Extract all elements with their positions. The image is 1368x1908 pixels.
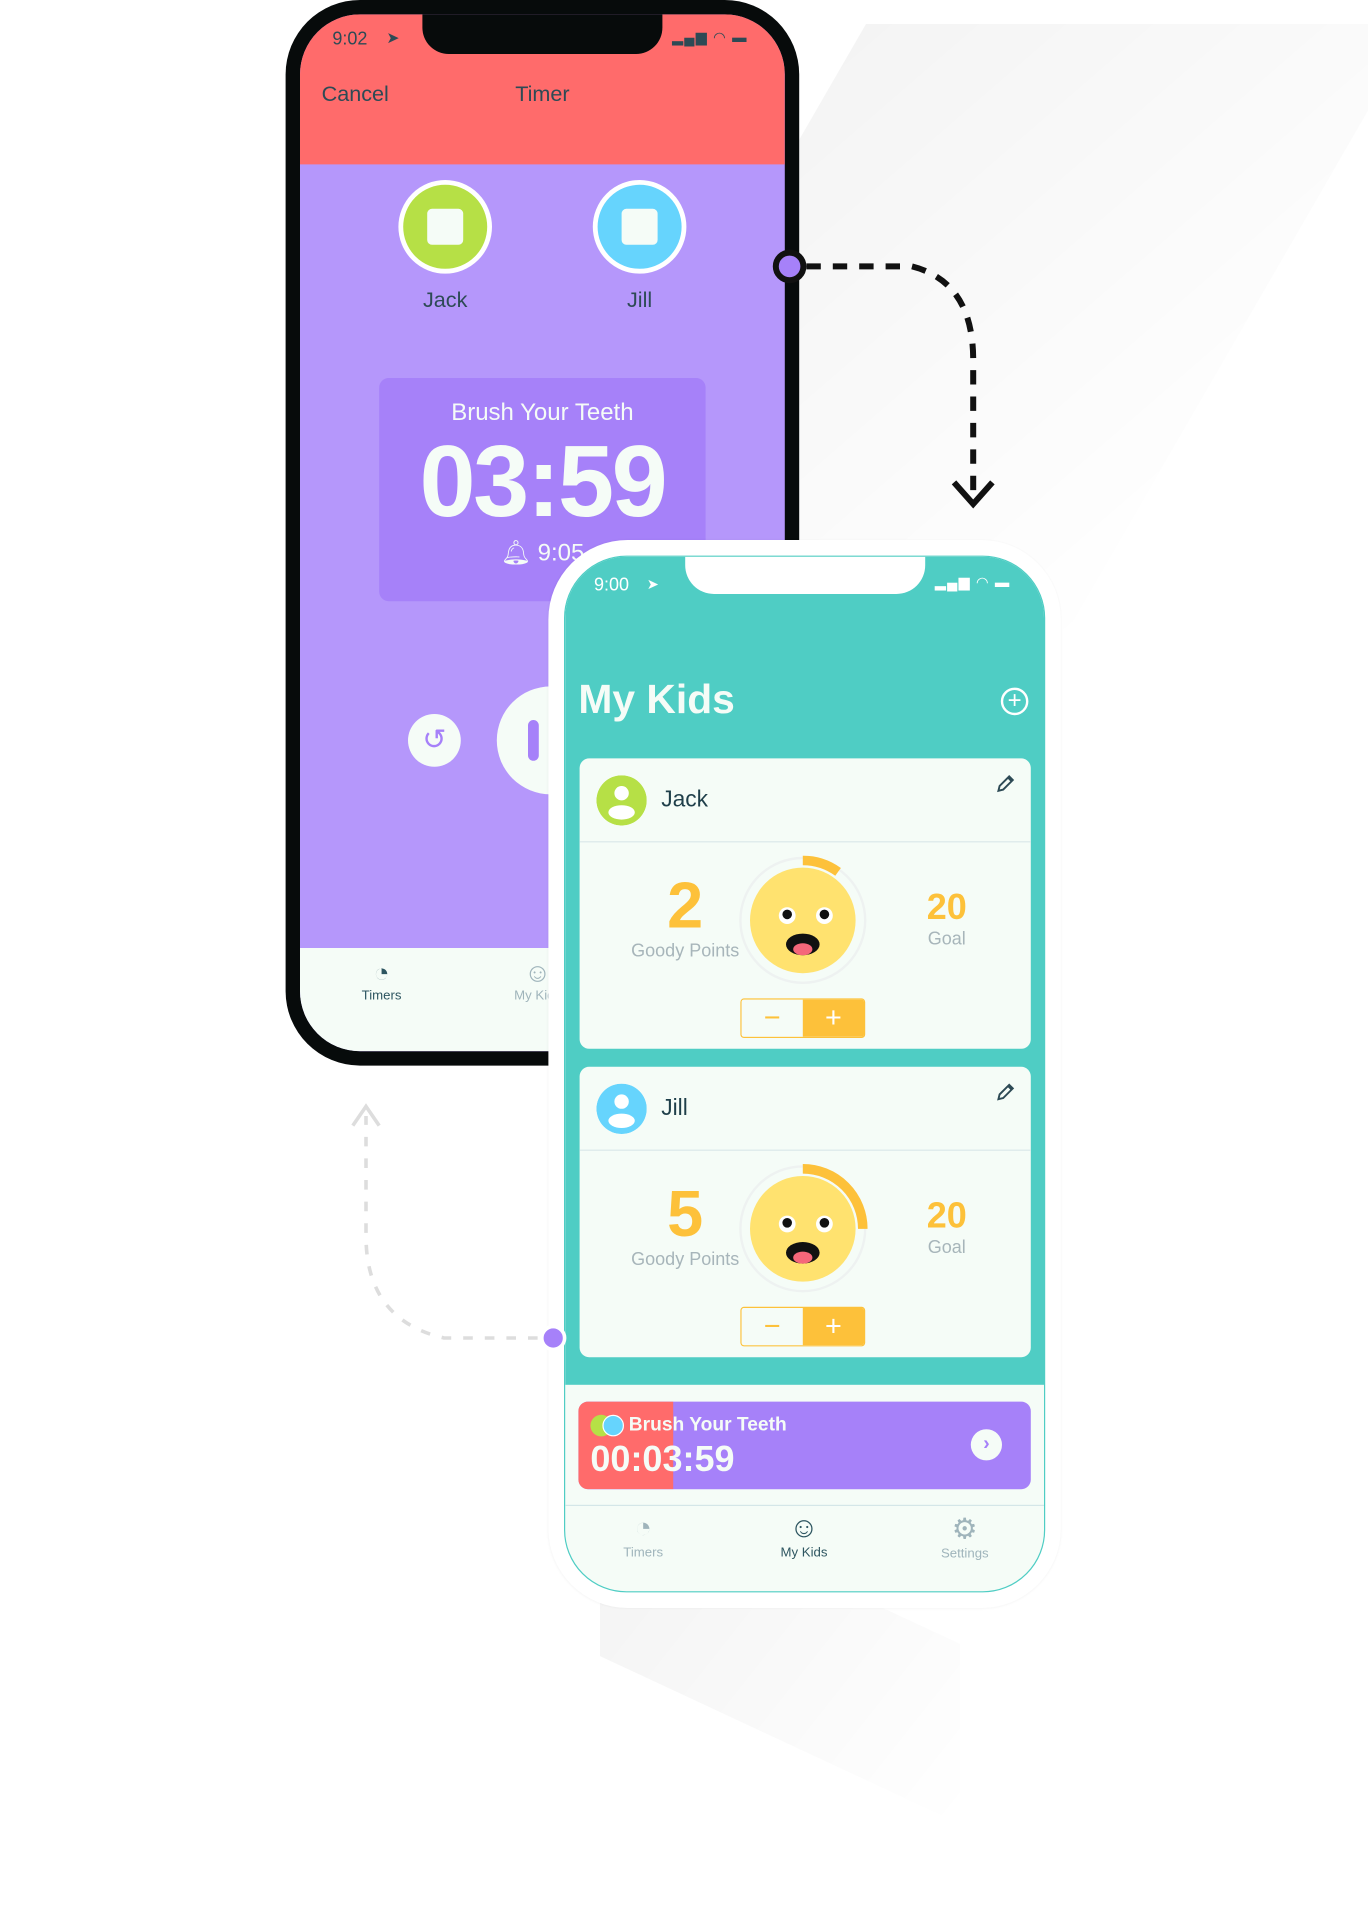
edit-pencil-icon[interactable] [995,1081,1017,1103]
banner-remaining: 00:03:59 [590,1440,735,1480]
tab-label: Timers [623,1545,664,1561]
tab-settings[interactable]: ⚙ Settings [911,1512,1019,1561]
smiley-progress [738,855,868,986]
plus-circle-icon: + [1007,687,1022,714]
tab-my-kids[interactable]: ☺ My Kids [750,1512,858,1560]
timer-icon: ◔ [373,957,390,988]
tab-label: Timers [361,988,402,1004]
bell-icon: 🔔︎ [500,540,531,567]
signal-wifi-battery-icon: ▂▄▆ ◠ ▬ [934,573,1011,591]
points-stepper: − + [740,998,866,1038]
kid-jack-stop-button[interactable] [398,180,493,274]
page-title: My Kids [578,676,735,723]
timer-title: Brush Your Teeth [451,399,634,427]
tab-label: My Kids [780,1545,828,1561]
goal-label: Goal [927,1237,966,1258]
kid-jill-stop-button[interactable] [592,180,687,274]
connector-dot [540,1324,567,1352]
pause-icon [528,720,539,761]
kid-card: Jill 5 Goody Points 20 Goal − + [579,1066,1031,1358]
cancel-button[interactable]: Cancel [322,82,389,107]
goal-label: Goal [927,928,966,950]
stop-icon [427,208,464,245]
banner-title: Brush Your Teeth [628,1414,787,1436]
divider [579,841,1031,843]
edit-pencil-icon[interactable] [995,773,1017,795]
chevron-right-icon[interactable]: › [970,1429,1003,1461]
smiley-icon: ☺ [789,1512,819,1545]
avatar [596,775,647,826]
status-time: 9:02 [332,28,368,50]
signal-wifi-battery-icon: ▂▄▆ ◠ ▬ [672,28,748,46]
active-timer-banner[interactable]: Brush Your Teeth 00:03:59 › [578,1401,1031,1490]
divider [579,1149,1031,1151]
gear-icon: ⚙ [951,1513,978,1546]
kid-card: Jack 2 Goody Points 20 Goal − + [579,758,1031,1049]
decrement-button[interactable]: − [741,999,803,1037]
decrement-button[interactable]: − [741,1308,803,1346]
smiley-progress [738,1164,868,1294]
kid-name: Jack [661,787,709,813]
location-icon: ➤ [386,28,400,47]
goal-value: 20 [926,888,967,928]
notch [422,14,663,55]
kids-avatars-icon [590,1414,626,1437]
kid-name: Jack [422,288,468,312]
avatar [596,1083,647,1134]
status-time: 9:00 [594,574,630,596]
connector-dot [772,249,807,284]
page-title: Timer [515,81,570,106]
kid-name: Jill [627,288,653,312]
stop-icon [621,208,658,245]
notch [685,556,926,594]
add-kid-button[interactable]: + [1000,687,1029,716]
my-kids-phone: 9:00 ➤ ▂▄▆ ◠ ▬ My Kids + Jack 2 Goody Po… [548,540,1061,1609]
points-stepper: − + [740,1306,866,1347]
tab-label: Settings [940,1546,989,1562]
kid-name: Jill [661,1095,688,1121]
increment-button[interactable]: + [802,999,865,1037]
divider [565,1504,1045,1506]
timer-remaining: 03:59 [419,424,667,538]
timer-icon: ◔ [634,1512,652,1545]
tab-timers[interactable]: ◔ Timers [328,958,436,1004]
increment-button[interactable]: + [802,1308,865,1346]
reset-icon: ↺ [422,723,447,756]
tab-timers[interactable]: ◔ Timers [589,1512,697,1560]
location-icon: ➤ [646,576,659,593]
reset-button[interactable]: ↺ [408,714,461,767]
goal-value: 20 [926,1196,967,1236]
